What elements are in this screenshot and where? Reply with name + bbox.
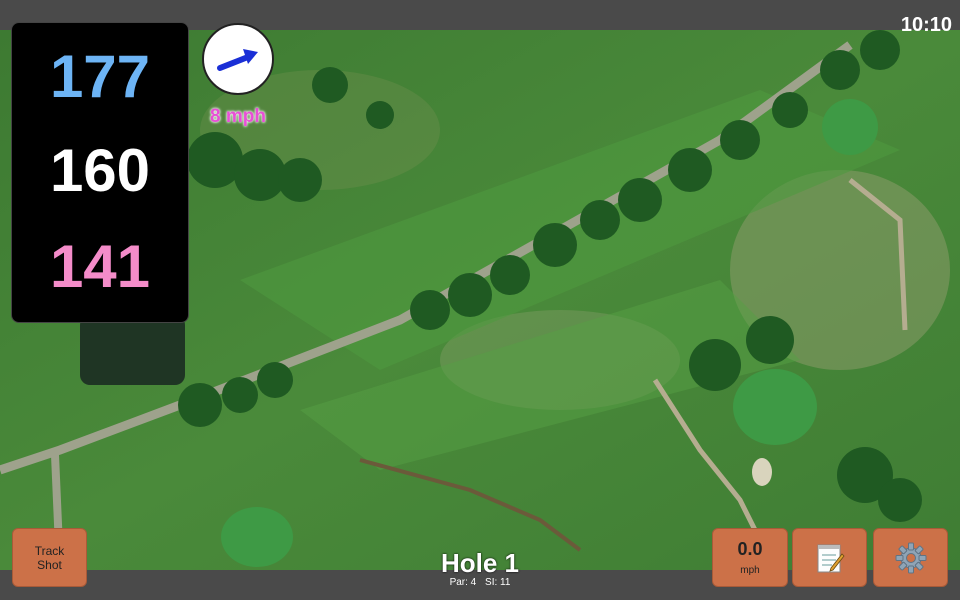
middle-distance: 160 bbox=[49, 137, 151, 204]
settings-button[interactable] bbox=[873, 528, 948, 587]
wind-arrow-icon bbox=[217, 49, 258, 71]
notepad-icon bbox=[817, 544, 845, 572]
scorecard-button[interactable] bbox=[792, 528, 867, 587]
clock: 10:10 bbox=[900, 14, 952, 36]
hole-par: Par: 4 bbox=[449, 577, 477, 588]
speed-button[interactable]: 0.0 mph bbox=[712, 528, 788, 587]
back-distance: 177 bbox=[49, 43, 151, 110]
gear-icon bbox=[895, 542, 926, 573]
hole-info: Par: 4 SI: 11 bbox=[380, 577, 580, 588]
distance-panel: 177 160 141 bbox=[11, 22, 189, 323]
speed-value: 0.0 bbox=[737, 539, 763, 559]
track-shot-label-line2: Shot bbox=[37, 557, 62, 572]
track-shot-label-line1: Track bbox=[34, 543, 65, 558]
track-shot-button[interactable]: Track Shot bbox=[12, 528, 87, 587]
wind-direction-dial bbox=[202, 23, 274, 95]
wind-speed: 8 mph bbox=[210, 106, 266, 127]
front-distance: 141 bbox=[49, 233, 151, 300]
hole-stroke-index: SI: 11 bbox=[485, 577, 511, 588]
speed-unit: mph bbox=[740, 565, 760, 576]
hole-title: Hole 1 bbox=[440, 548, 520, 578]
